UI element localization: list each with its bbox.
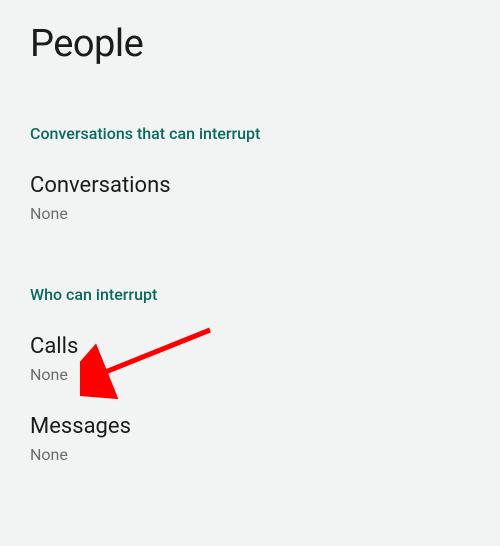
setting-item-calls[interactable]: Calls None [0,318,500,398]
setting-item-title: Messages [30,414,470,439]
section-header-conversations: Conversations that can interrupt [0,76,500,157]
setting-item-subtitle: None [30,445,470,464]
section-conversations: Conversations that can interrupt Convers… [0,76,500,237]
setting-item-conversations[interactable]: Conversations None [0,157,500,237]
setting-item-subtitle: None [30,204,470,223]
section-header-who-can-interrupt: Who can interrupt [0,237,500,318]
setting-item-subtitle: None [30,365,470,384]
setting-item-title: Calls [30,334,470,359]
page-title: People [0,0,500,76]
section-who-can-interrupt: Who can interrupt Calls None Messages No… [0,237,500,478]
setting-item-messages[interactable]: Messages None [0,398,500,478]
setting-item-title: Conversations [30,173,470,198]
